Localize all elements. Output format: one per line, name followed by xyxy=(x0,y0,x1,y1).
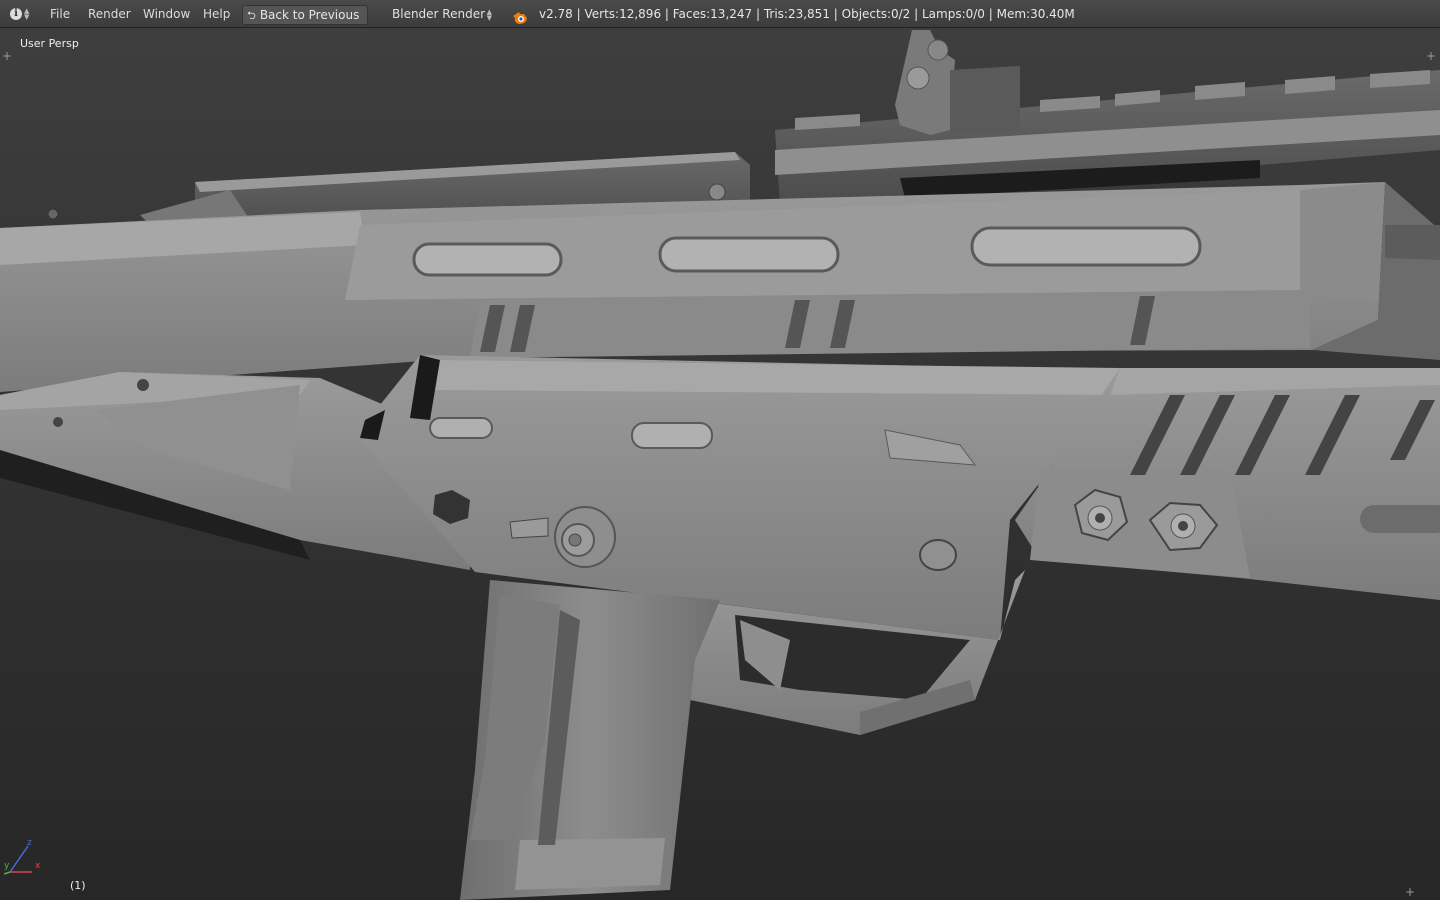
dropdown-arrows-icon: ▲ ▼ xyxy=(486,8,492,22)
y-axis-line xyxy=(3,871,11,875)
up-down-arrows-icon: ▲ ▼ xyxy=(24,7,30,21)
y-axis-label: y xyxy=(4,861,10,871)
menu-help[interactable]: Help xyxy=(203,0,230,28)
z-axis-label: z xyxy=(27,838,32,848)
menu-window[interactable]: Window xyxy=(143,0,190,28)
back-arrow-icon: ⮌ xyxy=(247,9,256,22)
blender-logo-icon xyxy=(512,7,528,24)
area-split-corner-icon[interactable]: + xyxy=(2,50,12,62)
3d-viewport[interactable]: User Persp + + + x y z (1) xyxy=(0,28,1440,900)
area-split-corner-icon[interactable]: + xyxy=(1405,886,1415,898)
z-axis-line xyxy=(9,845,29,873)
render-engine-select[interactable]: Blender Render ▲ ▼ xyxy=(386,0,494,28)
info-header: i ▲ ▼ File Render Window Help ⮌ Back to Pr… xyxy=(0,0,1440,28)
back-to-previous-button[interactable]: ⮌ Back to Previous xyxy=(242,5,369,25)
menu-render[interactable]: Render xyxy=(88,0,131,28)
x-axis-label: x xyxy=(35,861,41,871)
info-icon: i xyxy=(10,8,22,20)
axis-gizmo-icon: x y z xyxy=(3,838,41,875)
view-mode-label: User Persp xyxy=(20,37,79,50)
area-split-corner-icon[interactable]: + xyxy=(1426,50,1436,62)
editor-type-button[interactable]: i ▲ ▼ xyxy=(10,0,36,28)
rifle-mesh-render xyxy=(0,30,1440,900)
scene-statistics: v2.78 | Verts:12,896 | Faces:13,247 | Tr… xyxy=(539,7,1075,21)
back-to-previous-label: Back to Previous xyxy=(259,8,360,22)
menu-file[interactable]: File xyxy=(50,0,70,28)
render-engine-value: Blender Render xyxy=(392,7,486,21)
current-frame-label: (1) xyxy=(70,879,86,892)
